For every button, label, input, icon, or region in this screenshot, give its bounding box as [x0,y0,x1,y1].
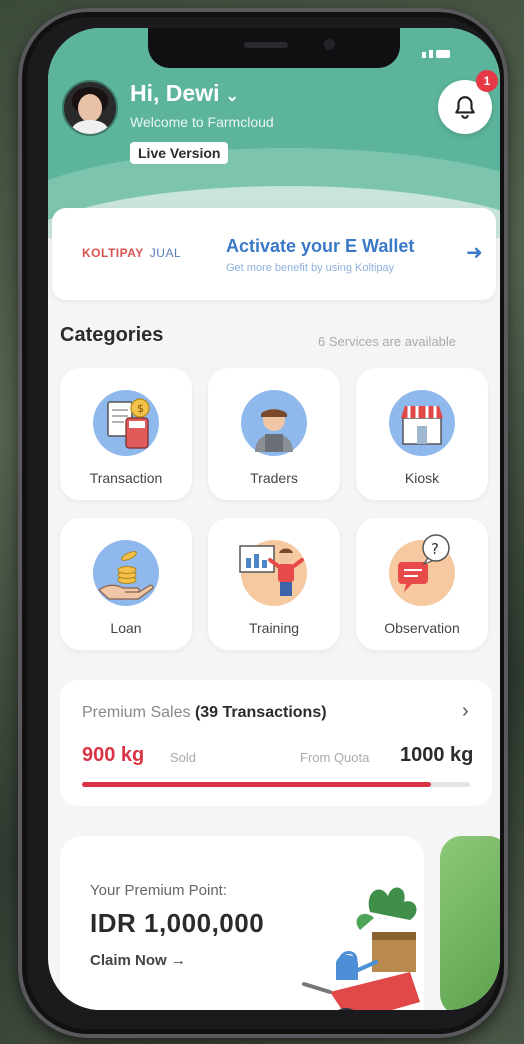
avatar[interactable] [62,80,118,136]
trader-person-icon [255,409,293,452]
chevron-right-icon[interactable]: › [462,700,469,723]
version-badge: Live Version [130,142,229,164]
status-bar-icons [422,40,466,58]
arrow-right-icon[interactable]: ➜ [466,240,483,265]
premium-sales-card[interactable]: Premium Sales (39 Transactions) › 900 kg… [60,680,492,806]
chevron-down-icon: ⌄ [225,88,239,105]
premium-point-card[interactable]: Your Premium Point: IDR 1,000,000 Claim … [60,836,424,1010]
sales-progress-fill [82,782,432,787]
category-kiosk[interactable]: Kiosk [356,368,488,500]
claim-now-link[interactable]: Claim Now → [90,952,186,969]
quota-label: From Quota [300,750,370,765]
services-available: 6 Services are available [318,334,457,349]
coins-hand-icon [98,551,154,600]
category-observation[interactable]: ? Observation [356,518,488,650]
categories-title: Categories [60,324,164,346]
svg-text:?: ? [431,540,439,558]
ewallet-title: Activate your E Wallet [226,236,415,256]
quota-value: 1000 kg [400,744,474,766]
sales-progress-bar [82,782,470,787]
premium-sales-header: Premium Sales (39 Transactions) [82,704,327,722]
observation-chat-icon: ? [398,534,450,592]
notification-badge: 1 [476,70,498,92]
koltipay-logo: KOLTIPAY JUAL [82,246,182,260]
premium-sales-label: Premium Sales [82,704,191,721]
svg-text:$: $ [137,402,144,415]
greeting-dropdown[interactable]: Hi, Dewi ⌄ [130,80,239,107]
category-traders[interactable]: Traders [208,368,340,500]
wheelbarrow-plants-illustration [302,887,420,1010]
sold-label: Sold [170,750,197,765]
premium-point-value: IDR 1,000,000 [90,908,265,938]
receipt-calculator-icon: $ [107,398,150,449]
ewallet-subtitle: Get more benefit by using Koltipay [226,262,395,274]
category-training[interactable]: Training [208,518,340,650]
transactions-count: (39 Transactions) [194,704,327,721]
welcome-text: Welcome to Farmcloud [130,114,274,130]
category-transaction[interactable]: $ Transaction [60,368,192,500]
kiosk-store-icon [401,406,443,445]
promo-card-next[interactable] [440,836,500,1010]
training-presenter-icon [239,545,304,596]
greeting-text: Hi, Dewi [130,80,220,106]
camera-icon [324,39,335,50]
sold-value: 900 kg [82,744,145,766]
phone-notch [148,28,400,68]
ewallet-banner[interactable]: KOLTIPAY JUAL Activate your E Wallet Get … [52,208,496,300]
bell-icon [455,96,475,119]
arrow-right-icon: → [170,952,186,969]
category-loan[interactable]: Loan [60,518,192,650]
premium-point-label: Your Premium Point: [90,882,228,899]
speaker-icon [244,42,288,48]
app-screen: Hi, Dewi ⌄ Welcome to Farmcloud Live Vers… [48,28,500,1010]
